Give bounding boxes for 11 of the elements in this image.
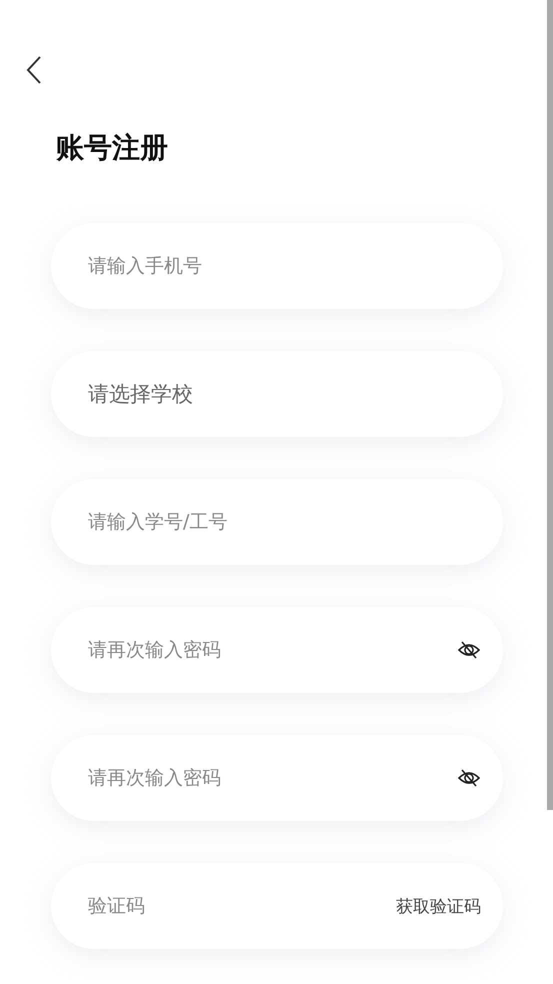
get-code-button[interactable]: 获取验证码 bbox=[396, 894, 481, 918]
select-input[interactable]: 请选择学校 bbox=[88, 382, 481, 406]
password-input[interactable]: 请再次输入密码 bbox=[88, 639, 457, 661]
password-input[interactable]: 请再次输入密码 bbox=[88, 767, 457, 789]
phone-input[interactable]: 请输入学号/工号 bbox=[88, 511, 481, 533]
eye-off-icon[interactable] bbox=[457, 768, 481, 788]
page-title: 账号注册 bbox=[56, 130, 168, 166]
code-input[interactable]: 验证码 bbox=[88, 895, 396, 917]
eye-off-icon[interactable] bbox=[457, 640, 481, 660]
phone-input[interactable]: 请输入手机号 bbox=[88, 255, 481, 277]
scrollbar[interactable] bbox=[547, 0, 553, 810]
